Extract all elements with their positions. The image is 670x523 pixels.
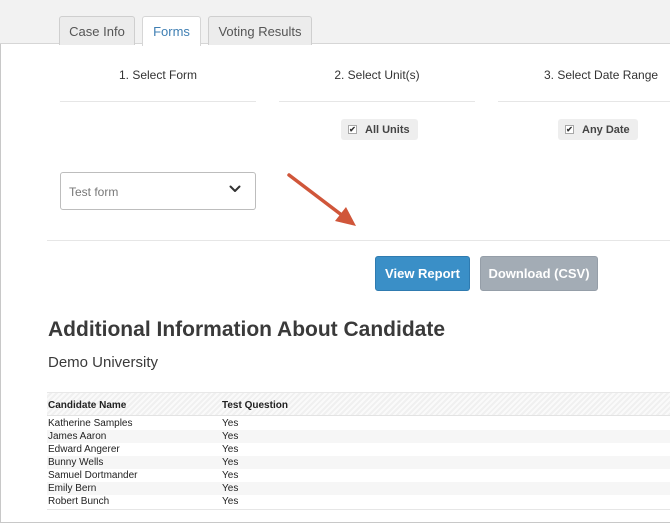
candidate-name-cell: James Aaron (48, 431, 107, 442)
step-select-form-title: 1. Select Form (118, 68, 198, 82)
any-date-toggle[interactable]: ✔ Any Date (558, 119, 638, 140)
checkbox-checked-icon[interactable]: ✔ (565, 125, 574, 134)
step-divider (60, 101, 256, 102)
tab-voting-results[interactable]: Voting Results (208, 16, 312, 45)
all-units-label: All Units (365, 123, 410, 136)
table-row: Robert Bunch Yes (47, 495, 670, 508)
tab-bar: Case Info Forms Voting Results (0, 0, 670, 46)
report-subtitle: Demo University (48, 354, 159, 371)
table-header: Candidate Name Test Question (47, 392, 670, 416)
table-row: Bunny Wells Yes (47, 456, 670, 469)
form-select-dropdown[interactable]: Test form (60, 172, 256, 210)
download-csv-button[interactable]: Download (CSV) (480, 256, 598, 291)
any-date-label: Any Date (582, 123, 630, 136)
table-row: James Aaron Yes (47, 430, 670, 443)
candidate-name-cell: Robert Bunch (48, 496, 110, 507)
chevron-down-icon (229, 182, 241, 200)
table-row: Emily Bern Yes (47, 482, 670, 495)
view-report-button[interactable]: View Report (375, 256, 470, 291)
checkbox-checked-icon[interactable]: ✔ (348, 125, 357, 134)
table-row: Edward Angerer Yes (47, 443, 670, 456)
answer-cell: Yes (222, 470, 239, 481)
column-header-candidate-name: Candidate Name (48, 400, 127, 411)
annotation-arrow-icon (287, 173, 356, 226)
table-row: Katherine Samples Yes (47, 417, 670, 430)
answer-cell: Yes (222, 418, 239, 429)
answer-cell: Yes (222, 483, 239, 494)
table-body: Katherine Samples Yes James Aaron Yes Ed… (47, 416, 670, 510)
report-title: Additional Information About Candidate (48, 318, 446, 341)
candidate-name-cell: Samuel Dortmander (48, 470, 138, 481)
tab-case-info[interactable]: Case Info (59, 16, 135, 45)
answer-cell: Yes (222, 496, 239, 507)
candidate-name-cell: Bunny Wells (48, 457, 104, 468)
section-divider (47, 240, 670, 241)
all-units-toggle[interactable]: ✔ All Units (341, 119, 418, 140)
column-header-test-question: Test Question (222, 400, 288, 411)
step-divider (279, 101, 475, 102)
answer-cell: Yes (222, 444, 239, 455)
candidate-name-cell: Emily Bern (48, 483, 97, 494)
table-row: Samuel Dortmander Yes (47, 469, 670, 482)
form-select-value: Test form (69, 185, 119, 199)
tab-forms[interactable]: Forms (142, 16, 201, 46)
report-table: Candidate Name Test Question Katherine S… (47, 392, 670, 510)
candidate-name-cell: Katherine Samples (48, 418, 133, 429)
candidate-name-cell: Edward Angerer (48, 444, 120, 455)
step-select-units-title: 2. Select Unit(s) (334, 68, 420, 82)
step-divider (498, 101, 670, 102)
step-select-date-title: 3. Select Date Range (544, 68, 659, 82)
answer-cell: Yes (222, 431, 239, 442)
answer-cell: Yes (222, 457, 239, 468)
